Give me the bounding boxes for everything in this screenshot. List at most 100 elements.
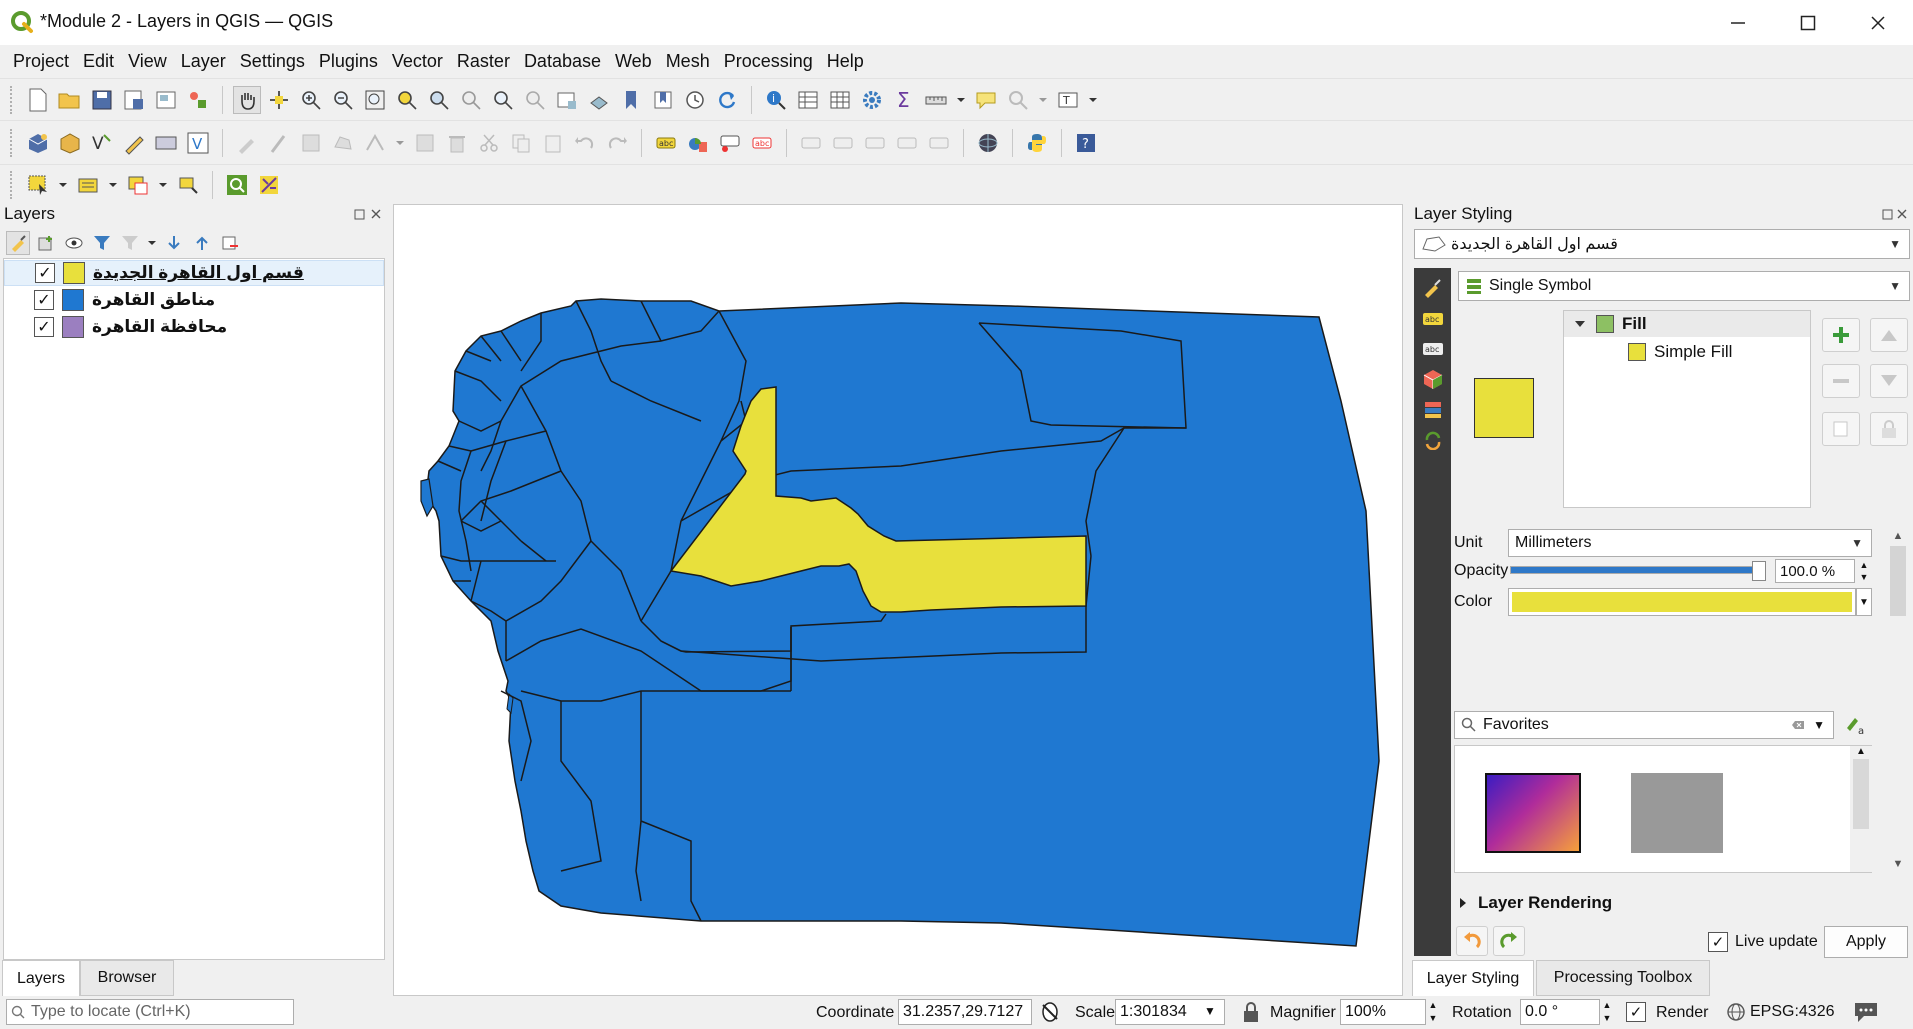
undo-redo-tab-button[interactable] (1420, 426, 1446, 452)
open-project-button[interactable] (56, 86, 84, 114)
zoom-in-button[interactable] (297, 86, 325, 114)
spin-up-icon[interactable]: ▲ (1600, 999, 1614, 1012)
gray-fill-symbol[interactable] (1631, 773, 1723, 853)
filter-expression-button[interactable] (118, 231, 142, 255)
save-edits-button[interactable] (297, 129, 325, 157)
menu-settings[interactable]: Settings (233, 51, 312, 72)
layer-item[interactable]: ✓ محافظة القاهرة (4, 314, 384, 340)
undo-style-button[interactable] (1456, 926, 1488, 956)
field-calculator-button[interactable] (826, 86, 854, 114)
lock-color-button[interactable] (1870, 412, 1908, 446)
select-locate-button[interactable] (1004, 86, 1032, 114)
chevron-down-icon[interactable]: ▼ (1204, 1004, 1216, 1018)
menu-view[interactable]: View (121, 51, 174, 72)
select-features-button[interactable] (24, 171, 52, 199)
zoom-next-button[interactable] (521, 86, 549, 114)
chevron-down-icon[interactable]: ▼ (1813, 718, 1825, 732)
remove-layer-button[interactable] (218, 231, 242, 255)
vertex-dropdown-button[interactable] (393, 129, 407, 157)
filter-dropdown-button[interactable] (146, 231, 158, 255)
masks-tab-button[interactable]: abc (1420, 336, 1446, 362)
styling-layer-select[interactable]: قسم اول القاهرة الجديدة ▼ (1414, 229, 1910, 259)
symbol-search-input[interactable]: Favorites ▼ (1454, 711, 1834, 739)
color-button[interactable] (1508, 588, 1856, 616)
plugin-globe-button[interactable] (974, 129, 1002, 157)
map-canvas[interactable] (393, 204, 1403, 996)
menu-help[interactable]: Help (820, 51, 871, 72)
layer-item[interactable]: ✓ مناطق القاهرة (4, 287, 384, 313)
tab-layers[interactable]: Layers (2, 960, 80, 996)
python-console-button[interactable] (1023, 129, 1051, 157)
pan-map-button[interactable] (233, 85, 261, 114)
toggle-extents-button[interactable] (1038, 1000, 1064, 1026)
move-label-button[interactable] (861, 129, 889, 157)
messages-button[interactable] (1852, 1000, 1882, 1026)
add-vector-layer-button[interactable]: V (184, 129, 212, 157)
scrollbar-thumb[interactable] (1890, 546, 1906, 616)
new-shapefile-layer-button[interactable]: V (88, 129, 116, 157)
filter-legend-button[interactable] (90, 231, 114, 255)
new-map-view-button[interactable] (553, 86, 581, 114)
toggle-editing-button[interactable] (265, 129, 293, 157)
select-by-location-button[interactable] (174, 171, 202, 199)
save-as-button[interactable] (120, 86, 148, 114)
crs-button[interactable]: EPSG:4326 (1726, 1002, 1835, 1022)
menu-database[interactable]: Database (517, 51, 608, 72)
move-up-button[interactable] (1870, 318, 1908, 352)
manage-map-themes-button[interactable] (62, 231, 86, 255)
new-bookmark-button[interactable] (617, 86, 645, 114)
pin-labels-button[interactable] (797, 129, 825, 157)
live-update-checkbox[interactable]: ✓ (1708, 932, 1728, 952)
menu-layer[interactable]: Layer (174, 51, 233, 72)
menu-edit[interactable]: Edit (76, 51, 121, 72)
calculator-tool-button[interactable] (255, 171, 283, 199)
highlight-pinned-labels-button[interactable] (716, 129, 744, 157)
temporal-controller-button[interactable] (681, 86, 709, 114)
style-manager-button[interactable] (184, 86, 212, 114)
rotate-label-button[interactable] (893, 129, 921, 157)
measure-dropdown-button[interactable] (954, 86, 968, 114)
deselect-all-button[interactable] (124, 171, 152, 199)
rotation-spin-buttons[interactable]: ▲ ▼ (1600, 999, 1614, 1025)
expression-dropdown-button[interactable] (106, 171, 120, 199)
cut-features-button[interactable] (475, 129, 503, 157)
add-symbol-layer-button[interactable] (1822, 318, 1860, 352)
unit-select[interactable]: Millimeters ▼ (1508, 529, 1872, 557)
zoom-full-button[interactable] (361, 86, 389, 114)
copy-features-button[interactable] (507, 129, 535, 157)
spin-down-icon[interactable]: ▼ (1600, 1012, 1614, 1025)
spin-down-icon[interactable]: ▼ (1426, 1012, 1440, 1025)
simple-fill-row[interactable]: Simple Fill (1564, 339, 1810, 365)
zoom-out-button[interactable] (329, 86, 357, 114)
zoom-last-button[interactable] (489, 86, 517, 114)
layer-visibility-checkbox[interactable]: ✓ (34, 290, 54, 310)
opacity-spinbox[interactable]: 100.0 % (1775, 559, 1855, 583)
spin-up-icon[interactable]: ▲ (1426, 999, 1440, 1012)
rotation-field[interactable]: 0.0 ° (1520, 999, 1600, 1025)
opacity-slider-handle[interactable] (1752, 561, 1766, 581)
symbol-fill-row[interactable]: Fill (1564, 311, 1810, 337)
zoom-to-selection-button[interactable] (393, 86, 421, 114)
spin-down-icon[interactable]: ▼ (1856, 571, 1872, 583)
vertex-tool-button[interactable] (361, 129, 389, 157)
layer-visibility-checkbox[interactable]: ✓ (35, 263, 55, 283)
virtual-layer-button[interactable] (152, 129, 180, 157)
menu-vector[interactable]: Vector (385, 51, 450, 72)
new-temporary-layer-button[interactable] (120, 129, 148, 157)
locator-search-button[interactable] (223, 171, 251, 199)
refresh-button[interactable] (713, 86, 741, 114)
show-hide-labels-button[interactable] (829, 129, 857, 157)
layer-visibility-checkbox[interactable]: ✓ (34, 317, 54, 337)
zoom-to-layer-button[interactable] (425, 86, 453, 114)
current-edits-button[interactable] (233, 129, 261, 157)
measure-line-button[interactable] (922, 86, 950, 114)
show-unplaced-labels-button[interactable]: abc (748, 129, 776, 157)
menu-plugins[interactable]: Plugins (312, 51, 385, 72)
layer-rendering-toggle[interactable]: Layer Rendering (1458, 893, 1612, 913)
duplicate-symbol-layer-button[interactable] (1822, 412, 1860, 446)
coordinate-field[interactable]: 31.2357,29.7127 (898, 999, 1032, 1025)
pan-to-selection-button[interactable] (265, 86, 293, 114)
history-tab-button[interactable] (1420, 396, 1446, 422)
magnifier-spin-buttons[interactable]: ▲ ▼ (1426, 999, 1440, 1025)
menu-processing[interactable]: Processing (717, 51, 820, 72)
